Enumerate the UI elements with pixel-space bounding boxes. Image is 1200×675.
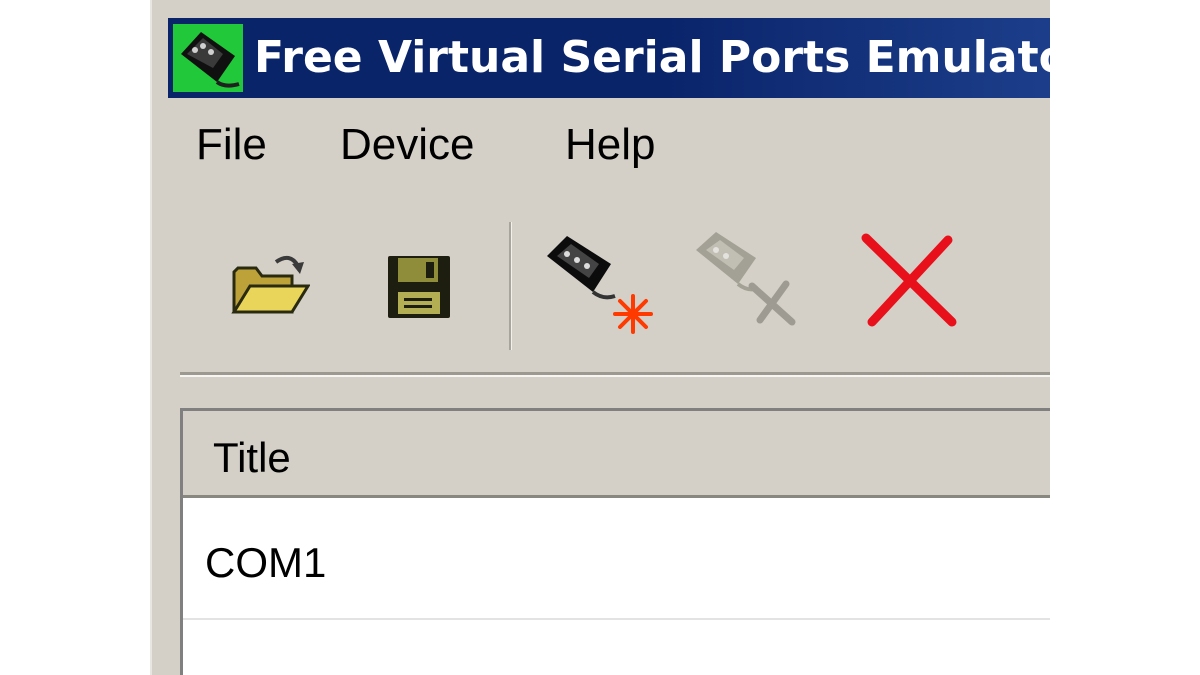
window-title: Free Virtual Serial Ports Emulator <box>254 32 1050 83</box>
list-header: Title <box>183 411 1050 498</box>
toolbar-divider <box>180 372 1050 377</box>
edit-device-button[interactable] <box>692 228 802 328</box>
edit-device-icon <box>692 232 802 332</box>
save-floppy-icon <box>386 256 456 326</box>
open-folder-icon <box>228 255 311 326</box>
app-icon <box>173 24 243 92</box>
device-list[interactable]: Title COM1 <box>180 408 1050 675</box>
new-device-button[interactable] <box>543 230 663 335</box>
menu-help[interactable]: Help <box>565 120 656 170</box>
menu-file[interactable]: File <box>196 120 267 170</box>
toolbar-separator <box>509 222 512 350</box>
menu-bar: File Device Help <box>168 108 1028 178</box>
list-cell-title: COM1 <box>205 539 327 586</box>
app-window: Free Virtual Serial Ports Emulator File … <box>150 0 1050 675</box>
save-button[interactable] <box>386 254 456 322</box>
open-button[interactable] <box>228 250 311 322</box>
delete-button[interactable] <box>856 228 962 330</box>
menu-device[interactable]: Device <box>340 120 475 170</box>
new-device-icon <box>543 236 663 339</box>
title-bar[interactable]: Free Virtual Serial Ports Emulator <box>168 18 1050 98</box>
delete-x-icon <box>856 233 962 334</box>
toolbar <box>168 200 1028 360</box>
window-border <box>150 0 156 675</box>
list-row[interactable]: COM1 <box>183 498 1050 620</box>
column-header-title[interactable]: Title <box>213 433 291 483</box>
